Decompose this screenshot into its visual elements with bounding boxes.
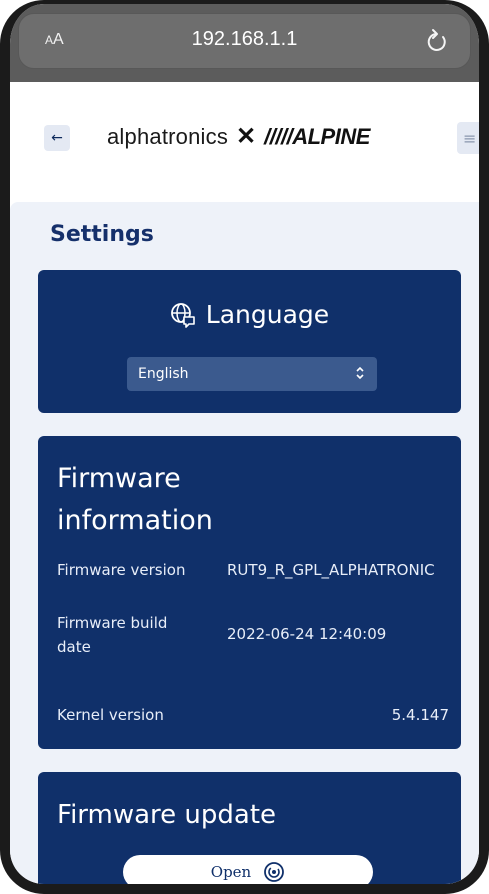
open-button-label: Open <box>210 863 252 881</box>
open-firmware-update-button[interactable]: Open <box>123 855 373 884</box>
language-title: Language <box>205 300 330 329</box>
hamburger-icon: ≡ <box>463 128 477 148</box>
phone-frame: AA 192.168.1.1 ← alphatronics ✕ /////ALP… <box>0 0 489 894</box>
logo-separator: ✕ <box>236 123 257 150</box>
language-selected-value: English <box>138 366 189 382</box>
language-select[interactable]: English <box>127 357 377 391</box>
address-bar[interactable]: AA 192.168.1.1 <box>18 13 471 69</box>
select-chevron-icon <box>356 366 364 380</box>
kernel-version-label: Kernel version <box>57 706 164 724</box>
firmware-build-date-row: Firmware build date 2022-06-24 12:40:09 <box>57 611 449 661</box>
logo-alpine: /////ALPINE <box>264 123 370 149</box>
back-arrow-icon: ← <box>51 130 63 146</box>
logo-alphatronics: alphatronics <box>107 123 229 149</box>
globe-chat-icon <box>170 302 195 328</box>
brand-logo: alphatronics ✕ /////ALPINE <box>107 122 370 151</box>
language-card: Language English <box>38 270 461 413</box>
firmware-info-title: Firmware information <box>57 463 213 536</box>
target-icon <box>264 862 285 882</box>
firmware-update-title: Firmware update <box>57 800 277 830</box>
firmware-info-card: Firmware information Firmware version RU… <box>38 436 461 749</box>
page-title: Settings <box>50 222 154 247</box>
back-button[interactable]: ← <box>44 125 70 151</box>
language-heading: Language <box>38 300 461 329</box>
firmware-update-card: Firmware update Open <box>38 772 461 884</box>
kernel-version-value: 5.4.147 <box>391 706 449 724</box>
browser-toolbar: AA 192.168.1.1 <box>10 4 479 82</box>
menu-button[interactable]: ≡ <box>457 122 479 154</box>
site-header: ← alphatronics ✕ /////ALPINE ≡ <box>10 82 479 206</box>
firmware-build-date-label: Firmware build date <box>57 614 168 656</box>
firmware-build-date-value: 2022-06-24 12:40:09 <box>227 625 387 643</box>
reload-icon[interactable] <box>426 28 448 54</box>
url-text[interactable]: 192.168.1.1 <box>19 28 470 51</box>
firmware-version-row: Firmware version RUT9_R_GPL_ALPHATRONIC <box>57 561 449 583</box>
settings-page: Settings Language English Firmware infor… <box>10 202 479 884</box>
firmware-version-label: Firmware version <box>57 561 186 579</box>
firmware-version-value: RUT9_R_GPL_ALPHATRONIC <box>227 561 435 579</box>
kernel-version-row: Kernel version 5.4.147 <box>57 706 449 728</box>
